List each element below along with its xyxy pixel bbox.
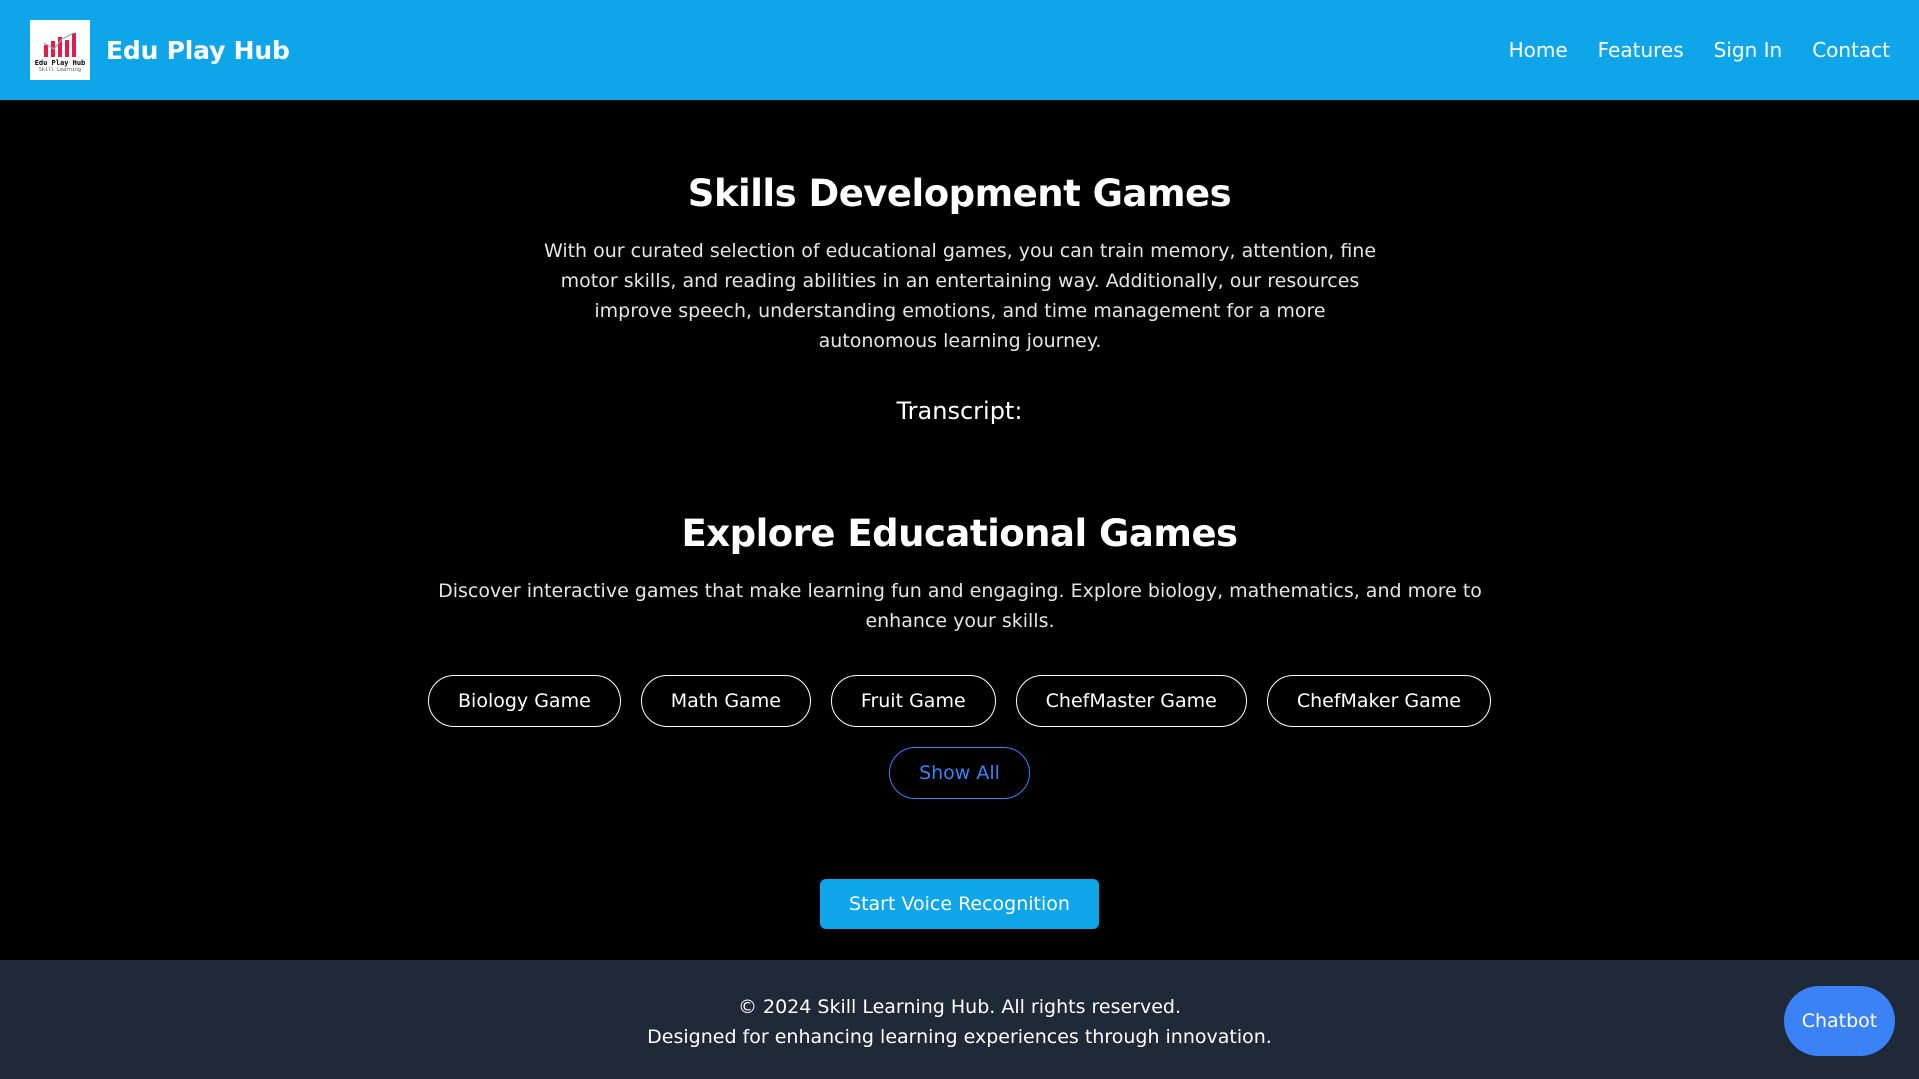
footer-tagline: Designed for enhancing learning experien…: [647, 1026, 1272, 1048]
navbar: Edu Play Hub Skill Learning Edu Play Hub…: [0, 0, 1919, 100]
skills-title: Skills Development Games: [687, 172, 1232, 215]
biology-game-button[interactable]: Biology Game: [428, 675, 621, 727]
nav-links: Home Features Sign In Contact: [1509, 38, 1890, 62]
main-content: Skills Development Games With our curate…: [0, 100, 1919, 960]
logo-text: Edu Play Hub: [34, 59, 86, 67]
show-all-button[interactable]: Show All: [889, 747, 1030, 799]
explore-description: Discover interactive games that make lea…: [438, 580, 1482, 632]
nav-link-features[interactable]: Features: [1598, 38, 1684, 62]
footer-copyright: © 2024 Skill Learning Hub. All rights re…: [737, 996, 1182, 1018]
skills-description: With our curated selection of educationa…: [543, 240, 1377, 352]
nav-link-sign-in[interactable]: Sign In: [1714, 38, 1783, 62]
math-game-button[interactable]: Math Game: [640, 675, 811, 727]
nav-link-home[interactable]: Home: [1509, 38, 1568, 62]
explore-title: Explore Educational Games: [681, 512, 1238, 555]
nav-link-contact[interactable]: Contact: [1812, 38, 1890, 62]
show-all-container: Show All: [0, 747, 1919, 799]
chatbot-button[interactable]: Chatbot: [1784, 986, 1895, 1056]
brand-name: Edu Play Hub: [106, 35, 290, 65]
fruit-game-button[interactable]: Fruit Game: [830, 675, 996, 727]
game-buttons: Biology Game Math Game Fruit Game ChefMa…: [0, 675, 1919, 727]
voice-container: Start Voice Recognition: [0, 879, 1919, 929]
page: Edu Play Hub Skill Learning Edu Play Hub…: [0, 0, 1919, 1079]
logo: Edu Play Hub Skill Learning: [30, 20, 90, 80]
footer: © 2024 Skill Learning Hub. All rights re…: [0, 960, 1919, 1079]
bar-chart-logo-icon: [43, 32, 76, 57]
logo-subtext: Skill Learning: [38, 67, 82, 73]
transcript-label: Transcript:: [896, 397, 1023, 425]
brand-link[interactable]: Edu Play Hub Skill Learning Edu Play Hub: [30, 20, 290, 80]
start-voice-recognition-button[interactable]: Start Voice Recognition: [820, 879, 1099, 929]
footer-text: © 2024 Skill Learning Hub. All rights re…: [0, 992, 1919, 1052]
chefmaker-game-button[interactable]: ChefMaker Game: [1266, 675, 1491, 727]
chefmaster-game-button[interactable]: ChefMaster Game: [1015, 675, 1247, 727]
